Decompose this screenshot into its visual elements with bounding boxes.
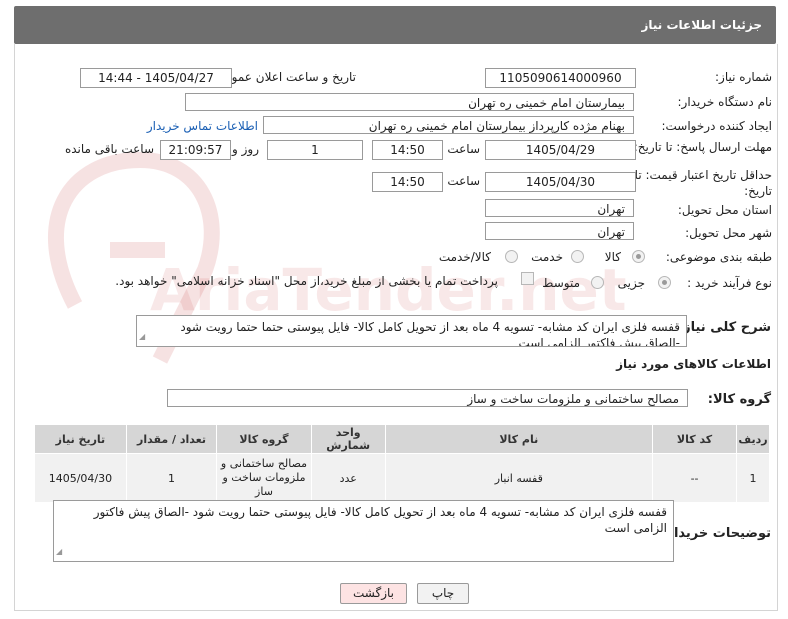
col-row-number: ردیف: [736, 424, 770, 454]
reply-days-label: روز و: [232, 142, 259, 156]
cell-need-date: 1405/04/30: [34, 453, 127, 503]
remaining-time-label: ساعت باقی مانده: [64, 142, 154, 156]
cell-quantity: 1: [125, 453, 218, 503]
buyer-contact-link[interactable]: اطلاعات تماس خریدار: [147, 119, 258, 133]
col-need-date: تاریخ نیاز: [34, 424, 127, 454]
delivery-province-field: تهران: [485, 199, 634, 217]
description-label: شرح کلی نیاز:: [677, 320, 771, 335]
process-radio-minor[interactable]: [658, 276, 671, 289]
reply-deadline-date-field: 1405/04/29: [485, 140, 636, 160]
col-quantity: تعداد / مقدار: [125, 424, 218, 454]
announce-datetime-label: تاریخ و ساعت اعلان عمومی:: [211, 70, 356, 84]
goods-group-field: مصالح ساختمانی و ملزومات ساخت و ساز: [167, 389, 688, 407]
cell-item-name: قفسه انبار: [384, 453, 654, 503]
price-validity-time-label: ساعت: [447, 174, 480, 188]
delivery-city-field: تهران: [485, 222, 634, 240]
buyer-notes-text: قفسه فلزی ایران کد مشابه- تسویه 4 ماه بع…: [93, 505, 667, 535]
description-text: قفسه فلزی ایران کد مشابه- تسویه 4 ماه بع…: [180, 320, 680, 347]
cell-item-group: مصالح ساختمانی و ملزومات ساخت و ساز: [216, 453, 312, 503]
price-validity-time-field: 14:50: [372, 172, 443, 192]
table-header-row: ردیف کد کالا نام کالا واحد شمارش گروه کا…: [34, 424, 770, 454]
announce-datetime-field: 1405/04/27 - 14:44: [80, 68, 232, 88]
price-validity-date-field: 1405/04/30: [485, 172, 636, 192]
cell-unit: عدد: [310, 453, 386, 503]
process-radio-medium[interactable]: [591, 276, 604, 289]
goods-group-label: گروه کالا:: [707, 392, 771, 407]
category-radio-goods[interactable]: [632, 250, 645, 263]
buyer-notes-label: توضیحات خریدار:: [661, 526, 771, 541]
reply-deadline-time-label: ساعت: [447, 142, 480, 156]
category-label: طبقه بندی موضوعی:: [665, 250, 772, 264]
reply-deadline-time-field: 14:50: [372, 140, 443, 160]
delivery-province-label: استان محل تحویل:: [677, 203, 772, 217]
cell-row-number: 1: [736, 453, 770, 503]
page-header: جزئیات اطلاعات نیاز: [14, 6, 776, 44]
category-radio-service[interactable]: [571, 250, 584, 263]
treasury-payment-checkbox[interactable]: [521, 272, 534, 285]
requester-field: بهنام مژده کارپرداز بیمارستان امام خمینی…: [263, 116, 634, 134]
reply-days-field: 1: [267, 140, 363, 160]
resize-grip-icon[interactable]: ◢: [56, 544, 62, 560]
category-radio-goods-service[interactable]: [505, 250, 518, 263]
remaining-time-field: 21:09:57: [160, 140, 231, 160]
print-button[interactable]: چاپ: [417, 583, 469, 604]
buyer-org-field: بیمارستان امام خمینی ره تهران: [185, 93, 634, 111]
goods-table: ردیف کد کالا نام کالا واحد شمارش گروه کا…: [34, 424, 770, 503]
page-title: جزئیات اطلاعات نیاز: [641, 18, 762, 32]
category-option-goods: کالا: [604, 250, 621, 264]
purchase-process-label: نوع فرآیند خرید :: [687, 276, 772, 290]
treasury-payment-note: پرداخت تمام یا بخشی از مبلغ خرید،از محل …: [115, 274, 498, 288]
col-item-group: گروه کالا: [216, 424, 312, 454]
reply-deadline-label: مهلت ارسال پاسخ: تا تاریخ:: [633, 140, 772, 154]
back-button[interactable]: بازگشت: [340, 583, 407, 604]
col-item-name: نام کالا: [384, 424, 654, 454]
price-validity-label: حداقل تاریخ اعتبار قیمت: تا تاریخ:: [634, 168, 772, 198]
need-number-label: شماره نیاز:: [715, 70, 772, 84]
category-option-goods-service: کالا/خدمت: [438, 250, 491, 264]
resize-grip-icon[interactable]: ◢: [139, 329, 145, 345]
requester-label: ایجاد کننده درخواست:: [661, 119, 772, 133]
category-option-service: خدمت: [531, 250, 563, 264]
cell-item-code: --: [652, 453, 738, 503]
description-textarea[interactable]: قفسه فلزی ایران کد مشابه- تسویه 4 ماه بع…: [136, 315, 687, 347]
need-number-field: 1105090614000960: [485, 68, 636, 88]
table-row: 1 -- قفسه انبار عدد مصالح ساختمانی و ملز…: [34, 453, 770, 503]
buyer-notes-textarea[interactable]: قفسه فلزی ایران کد مشابه- تسویه 4 ماه بع…: [53, 500, 674, 562]
goods-section-title: اطلاعات کالاهای مورد نیاز: [616, 357, 771, 371]
buyer-org-label: نام دستگاه خریدار:: [677, 95, 773, 109]
delivery-city-label: شهر محل تحویل:: [685, 226, 772, 240]
process-option-medium: متوسط: [542, 276, 580, 290]
col-item-code: کد کالا: [652, 424, 738, 454]
process-option-minor: جزیی: [617, 276, 645, 290]
col-unit: واحد شمارش: [310, 424, 386, 454]
